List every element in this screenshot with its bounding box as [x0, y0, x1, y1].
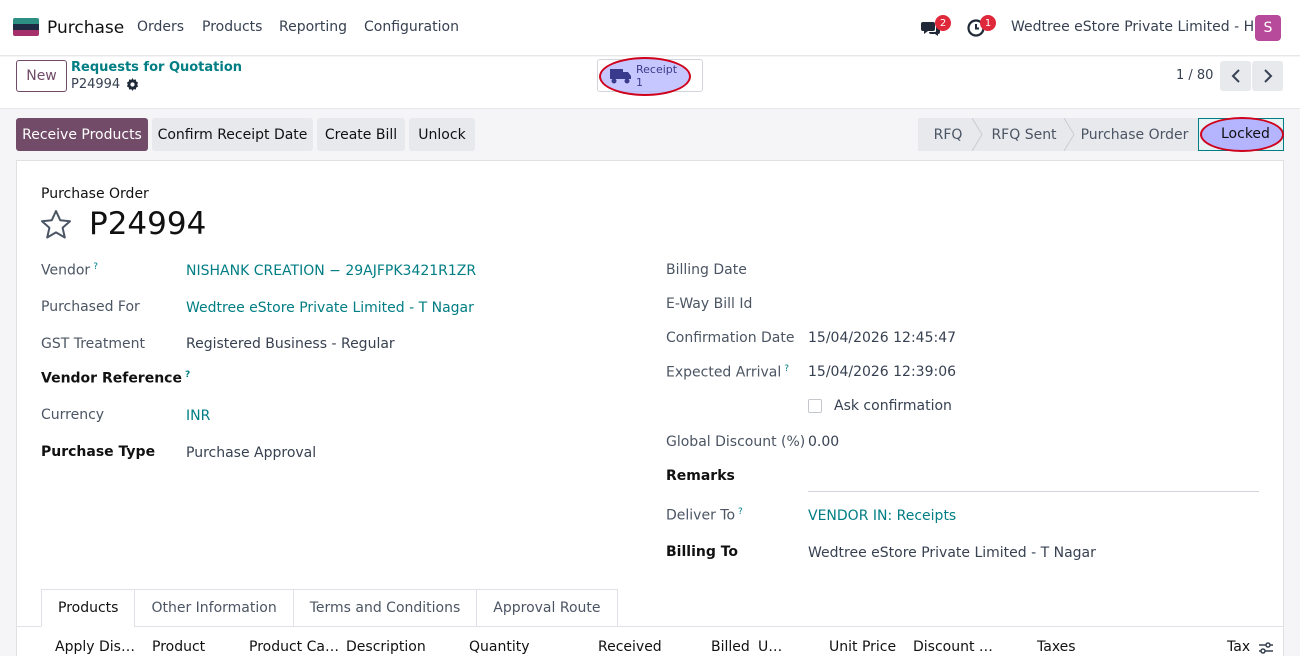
billing-to-label: Billing To: [666, 544, 739, 560]
messages-badge: 2: [935, 15, 951, 31]
chevron-left-icon: [1231, 69, 1240, 83]
document-name: P24994: [89, 206, 207, 242]
chevron-right-icon: [1263, 69, 1272, 83]
top-navbar: Purchase Orders Products Reporting Confi…: [0, 0, 1300, 56]
pager-next-button[interactable]: [1252, 61, 1283, 91]
pager-previous-button[interactable]: [1220, 61, 1251, 91]
status-bar: Receive Products Confirm Receipt Date Cr…: [0, 110, 1300, 158]
vendor-reference-label: Vendor Reference?: [41, 370, 190, 387]
tab-products[interactable]: Products: [41, 589, 136, 627]
column-header-product[interactable]: Product: [152, 639, 205, 655]
unlock-button[interactable]: Unlock: [409, 118, 475, 151]
receipt-label: Receipt: [636, 63, 678, 76]
expected-arrival-field[interactable]: 15/04/2026 12:39:06: [808, 364, 956, 380]
vendor-reference-label-text: Vendor Reference: [41, 370, 182, 387]
vendor-label-text: Vendor: [41, 262, 91, 279]
global-discount-field[interactable]: 0.00: [808, 434, 839, 450]
ask-confirmation-label: Ask confirmation: [834, 398, 952, 414]
help-icon[interactable]: ?: [784, 364, 789, 374]
menu-reporting[interactable]: Reporting: [279, 19, 347, 35]
eway-bill-label: E-Way Bill Id: [666, 296, 753, 312]
confirmation-date-field[interactable]: 15/04/2026 12:45:47: [808, 330, 956, 346]
gst-treatment-field[interactable]: Registered Business - Regular: [186, 336, 395, 352]
vendor-label: Vendor?: [41, 262, 98, 279]
column-header-taxes[interactable]: Taxes: [1037, 639, 1076, 655]
column-header-description[interactable]: Description: [346, 639, 426, 655]
vendor-field[interactable]: NISHANK CREATION − 29AJFPK3421R1ZR: [186, 263, 476, 279]
menu-orders[interactable]: Orders: [137, 19, 184, 35]
tab-terms-and-conditions[interactable]: Terms and Conditions: [292, 589, 478, 627]
breadcrumb-current: P24994: [71, 77, 139, 92]
confirm-receipt-date-button[interactable]: Confirm Receipt Date: [152, 118, 313, 151]
expected-arrival-label: Expected Arrival?: [666, 364, 789, 381]
company-switcher[interactable]: Wedtree eStore Private Limited - HO: [1011, 19, 1265, 35]
expected-arrival-label-text: Expected Arrival: [666, 364, 782, 381]
stage-separator: [972, 118, 983, 151]
activities-badge: 1: [980, 15, 996, 31]
notebook-tabs: Products Other Information Terms and Con…: [41, 589, 618, 627]
confirmation-date-label: Confirmation Date: [666, 330, 795, 346]
column-header-tax[interactable]: Tax: [1227, 639, 1250, 655]
column-header-discount[interactable]: Discount …: [913, 639, 993, 655]
receive-products-button[interactable]: Receive Products: [16, 118, 148, 151]
global-discount-label: Global Discount (%): [666, 434, 806, 450]
ask-confirmation-checkbox[interactable]: [808, 399, 822, 413]
control-panel: New Requests for Quotation P24994 Receip…: [0, 57, 1300, 109]
help-icon[interactable]: ?: [185, 370, 190, 380]
column-header-uom[interactable]: U…: [758, 639, 782, 655]
optional-columns-icon[interactable]: [1258, 641, 1274, 655]
purchase-type-label: Purchase Type: [41, 444, 156, 460]
column-header-quantity[interactable]: Quantity: [469, 639, 530, 655]
column-header-apply-discount[interactable]: Apply Dis…: [55, 639, 135, 655]
stage-separator: [1064, 118, 1075, 151]
pager-value[interactable]: 1 / 80: [1176, 68, 1213, 83]
purchased-for-label: Purchased For: [41, 299, 140, 315]
form-kind-label: Purchase Order: [41, 186, 149, 202]
tab-other-information[interactable]: Other Information: [134, 589, 294, 627]
column-header-product-category[interactable]: Product Ca…: [249, 639, 339, 655]
column-header-billed[interactable]: Billed: [711, 639, 750, 655]
stage-locked-label: Locked: [1221, 126, 1270, 142]
stage-rfq[interactable]: RFQ: [918, 118, 978, 151]
help-icon[interactable]: ?: [93, 262, 98, 272]
remarks-field[interactable]: [808, 491, 1259, 492]
stage-purchase-order[interactable]: Purchase Order: [1070, 118, 1199, 151]
user-avatar[interactable]: S: [1255, 15, 1281, 41]
gst-treatment-label: GST Treatment: [41, 336, 145, 352]
deliver-to-label-text: Deliver To: [666, 507, 736, 524]
star-icon[interactable]: [40, 209, 72, 241]
truck-icon: [610, 69, 631, 84]
new-button[interactable]: New: [16, 60, 67, 92]
stage-rfq-sent[interactable]: RFQ Sent: [978, 118, 1070, 151]
gear-icon[interactable]: [126, 78, 139, 91]
remarks-label: Remarks: [666, 468, 735, 484]
billing-to-field[interactable]: Wedtree eStore Private Limited - T Nagar: [808, 545, 1096, 561]
column-header-received[interactable]: Received: [598, 639, 662, 655]
breadcrumb-current-label: P24994: [71, 77, 121, 92]
deliver-to-field[interactable]: VENDOR IN: Receipts: [808, 508, 956, 524]
menu-products[interactable]: Products: [202, 19, 262, 35]
purchase-app-icon[interactable]: [13, 18, 39, 36]
menu-configuration[interactable]: Configuration: [364, 19, 459, 35]
currency-field[interactable]: INR: [186, 408, 210, 424]
deliver-to-label: Deliver To?: [666, 507, 743, 524]
purchase-type-field[interactable]: Purchase Approval: [186, 445, 316, 461]
receipt-count: 1: [636, 76, 643, 89]
create-bill-button[interactable]: Create Bill: [317, 118, 405, 151]
currency-label: Currency: [41, 407, 105, 423]
purchased-for-field[interactable]: Wedtree eStore Private Limited - T Nagar: [186, 300, 474, 316]
tab-approval-route[interactable]: Approval Route: [476, 589, 618, 627]
breadcrumb-parent[interactable]: Requests for Quotation: [71, 60, 242, 75]
billing-date-label: Billing Date: [666, 262, 747, 278]
help-icon[interactable]: ?: [738, 507, 743, 517]
app-brand[interactable]: Purchase: [47, 18, 124, 38]
column-header-unit-price[interactable]: Unit Price: [829, 639, 896, 655]
